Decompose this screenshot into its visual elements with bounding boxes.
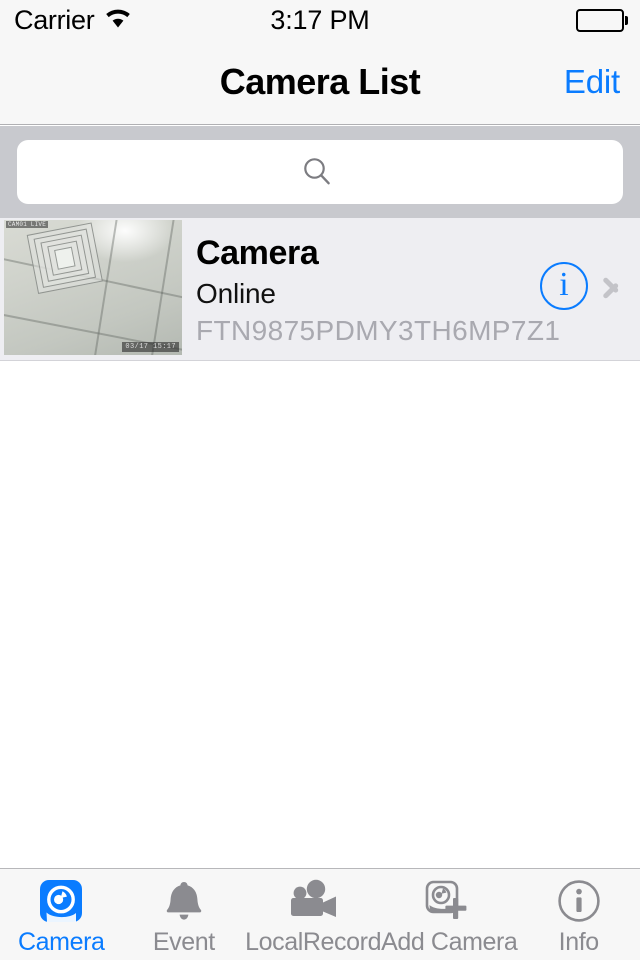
info-circle-icon <box>549 875 609 927</box>
tab-camera-label: Camera <box>18 928 105 956</box>
battery-full-icon <box>575 8 628 32</box>
tab-add-camera[interactable]: Add Camera <box>381 869 518 960</box>
thumbnail-osd-bottom-right: 03/17 15:17 <box>122 342 179 352</box>
camera-plus-icon <box>419 875 479 927</box>
tab-bar: Camera Event LocalRecord Add Camera Info <box>0 868 640 960</box>
navigation-bar: Camera List Edit <box>0 40 640 125</box>
tab-event-label: Event <box>152 928 215 956</box>
list-divider <box>0 360 640 361</box>
info-glyph: i <box>559 266 569 303</box>
camera-name: Camera <box>196 234 319 272</box>
tab-add-camera-label: Add Camera <box>381 928 518 956</box>
page-title: Camera List <box>219 61 421 102</box>
movie-camera-icon <box>283 875 343 927</box>
tab-camera[interactable]: Camera <box>0 869 123 960</box>
table-row[interactable]: CAM01 LIVE 03/17 15:17 Camera Online FTN… <box>0 218 640 360</box>
search-input[interactable] <box>17 140 623 204</box>
camera-status: Online <box>196 278 276 310</box>
tab-event[interactable]: Event <box>123 869 246 960</box>
camera-details: Camera Online FTN9875PDMY3TH6MP7Z1 <box>182 218 561 348</box>
tab-localrecord-label: LocalRecord <box>245 928 382 956</box>
edit-button[interactable]: Edit <box>564 40 620 124</box>
search-bar-container <box>0 126 640 218</box>
status-bar-center: 3:17 PM <box>0 0 640 40</box>
tab-localrecord[interactable]: LocalRecord <box>245 869 381 960</box>
status-bar-right <box>575 0 628 40</box>
chevron-right-icon[interactable] <box>602 269 622 303</box>
tab-info-label: Info <box>558 928 600 956</box>
thumbnail-osd-top-left: CAM01 LIVE <box>6 221 49 228</box>
status-bar: Carrier 3:17 PM <box>0 0 640 40</box>
camera-lens-icon <box>31 875 91 927</box>
clock-label: 3:17 PM <box>270 4 370 35</box>
row-accessories: i <box>540 218 640 310</box>
tab-info[interactable]: Info <box>517 869 640 960</box>
bell-icon <box>154 875 214 927</box>
camera-list: CAM01 LIVE 03/17 15:17 Camera Online FTN… <box>0 218 640 868</box>
camera-snapshot-image <box>4 220 182 355</box>
camera-list-screen: Carrier 3:17 PM Camera List Edit CAM01 L… <box>0 0 640 960</box>
camera-thumbnail[interactable]: CAM01 LIVE 03/17 15:17 <box>4 220 182 355</box>
info-circle-icon[interactable]: i <box>540 262 588 310</box>
camera-serial: FTN9875PDMY3TH6MP7Z1 <box>196 315 561 347</box>
search-icon <box>300 155 334 189</box>
ceiling-vent-diffuser <box>26 222 106 296</box>
